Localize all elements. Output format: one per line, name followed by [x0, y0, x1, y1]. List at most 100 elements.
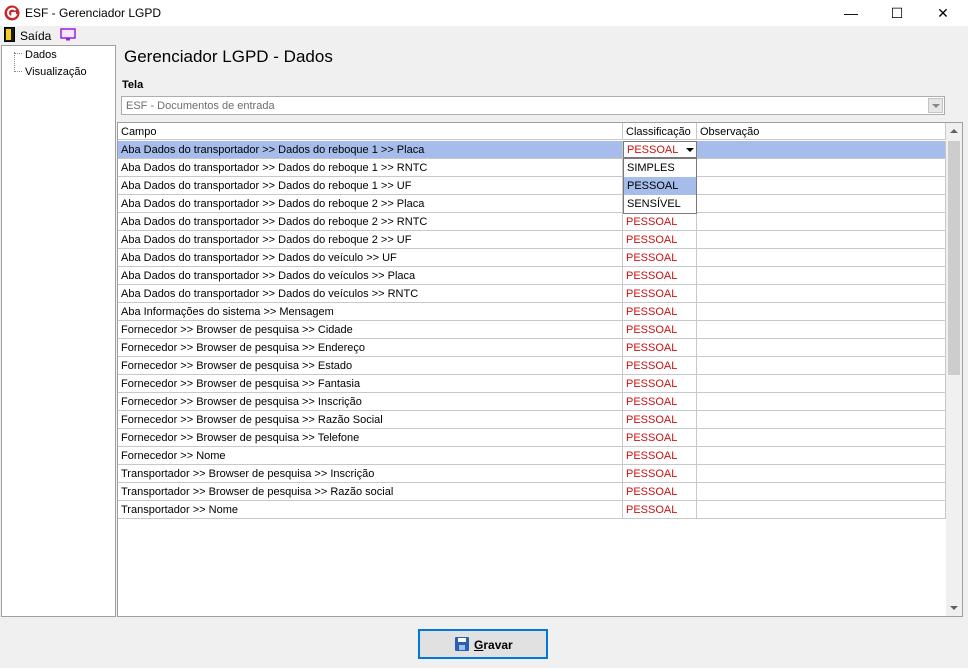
cell-classificacao[interactable]: PESSOAL — [623, 375, 697, 392]
cell-campo[interactable]: Fornecedor >> Browser de pesquisa >> Cid… — [118, 321, 623, 338]
cell-observacao[interactable] — [697, 483, 946, 500]
cell-classificacao[interactable]: PESSOAL — [623, 465, 697, 482]
cell-classificacao[interactable]: PESSOAL — [623, 393, 697, 410]
cell-campo[interactable]: Fornecedor >> Browser de pesquisa >> End… — [118, 339, 623, 356]
table-row[interactable]: Transportador >> Nome PESSOAL — [118, 501, 946, 519]
cell-classificacao[interactable]: PESSOAL — [623, 429, 697, 446]
cell-observacao[interactable] — [697, 177, 946, 194]
exit-button[interactable]: Saída — [20, 29, 51, 43]
cell-classificacao[interactable]: PESSOAL — [623, 483, 697, 500]
table-row[interactable]: Fornecedor >> Browser de pesquisa >> Fan… — [118, 375, 946, 393]
cell-observacao[interactable] — [697, 339, 946, 356]
save-button[interactable]: Gravar — [418, 629, 548, 659]
close-button[interactable]: ✕ — [920, 0, 966, 26]
cell-campo[interactable]: Fornecedor >> Browser de pesquisa >> Tel… — [118, 429, 623, 446]
cell-observacao[interactable] — [697, 357, 946, 374]
cell-classificacao[interactable]: PESSOAL — [623, 447, 697, 464]
dropdown-option[interactable]: SIMPLES — [624, 159, 696, 177]
scroll-up-icon[interactable] — [946, 123, 962, 139]
cell-classificacao[interactable]: PESSOAL — [623, 321, 697, 338]
dropdown-option[interactable]: SENSÍVEL — [624, 195, 696, 213]
cell-classificacao[interactable]: PESSOAL — [623, 411, 697, 428]
table-row[interactable]: Fornecedor >> Browser de pesquisa >> Est… — [118, 357, 946, 375]
cell-classificacao[interactable]: PESSOAL — [623, 213, 697, 230]
cell-classificacao[interactable]: PESSOAL — [623, 249, 697, 266]
cell-observacao[interactable] — [697, 195, 946, 212]
cell-observacao[interactable] — [697, 501, 946, 518]
cell-observacao[interactable] — [697, 213, 946, 230]
tree-item-visualizacao[interactable]: Visualização — [25, 66, 87, 78]
cell-campo[interactable]: Transportador >> Browser de pesquisa >> … — [118, 465, 623, 482]
cell-campo[interactable]: Aba Dados do transportador >> Dados do r… — [118, 141, 623, 158]
table-row[interactable]: Aba Dados do transportador >> Dados do r… — [118, 141, 946, 159]
monitor-icon[interactable] — [60, 28, 76, 41]
vertical-scrollbar[interactable] — [946, 123, 962, 616]
scroll-down-icon[interactable] — [946, 600, 962, 616]
cell-classificacao[interactable]: PESSOAL — [623, 501, 697, 518]
table-row[interactable]: Aba Dados do transportador >> Dados do r… — [118, 231, 946, 249]
cell-campo[interactable]: Fornecedor >> Browser de pesquisa >> Raz… — [118, 411, 623, 428]
table-row[interactable]: Aba Dados do transportador >> Dados do v… — [118, 285, 946, 303]
cell-observacao[interactable] — [697, 465, 946, 482]
exit-door-icon[interactable] — [4, 27, 15, 42]
cell-observacao[interactable] — [697, 429, 946, 446]
cell-campo[interactable]: Aba Dados do transportador >> Dados do v… — [118, 267, 623, 284]
cell-observacao[interactable] — [697, 393, 946, 410]
chevron-down-icon[interactable] — [686, 148, 694, 152]
cell-observacao[interactable] — [697, 285, 946, 302]
cell-campo[interactable]: Aba Dados do transportador >> Dados do r… — [118, 159, 623, 176]
cell-campo[interactable]: Fornecedor >> Nome — [118, 447, 623, 464]
table-row[interactable]: Fornecedor >> Browser de pesquisa >> Tel… — [118, 429, 946, 447]
cell-campo[interactable]: Fornecedor >> Browser de pesquisa >> Ins… — [118, 393, 623, 410]
cell-campo[interactable]: Aba Dados do transportador >> Dados do r… — [118, 213, 623, 230]
cell-campo[interactable]: Transportador >> Browser de pesquisa >> … — [118, 483, 623, 500]
cell-campo[interactable]: Aba Informações do sistema >> Mensagem — [118, 303, 623, 320]
cell-observacao[interactable] — [697, 321, 946, 338]
table-row[interactable]: Aba Dados do transportador >> Dados do r… — [118, 213, 946, 231]
dropdown-option[interactable]: PESSOAL — [624, 177, 696, 195]
cell-observacao[interactable] — [697, 411, 946, 428]
table-row[interactable]: Transportador >> Browser de pesquisa >> … — [118, 483, 946, 501]
cell-campo[interactable]: Fornecedor >> Browser de pesquisa >> Fan… — [118, 375, 623, 392]
column-header-observacao[interactable]: Observação — [697, 123, 946, 140]
cell-campo[interactable]: Aba Dados do transportador >> Dados do r… — [118, 177, 623, 194]
cell-observacao[interactable] — [697, 159, 946, 176]
cell-classificacao[interactable]: PESSOAL — [623, 231, 697, 248]
table-row[interactable]: Transportador >> Browser de pesquisa >> … — [118, 465, 946, 483]
cell-observacao[interactable] — [697, 447, 946, 464]
table-row[interactable]: Aba Dados do transportador >> Dados do v… — [118, 267, 946, 285]
tela-select[interactable]: ESF - Documentos de entrada — [121, 96, 945, 115]
cell-classificacao[interactable]: PESSOAL — [623, 339, 697, 356]
column-header-campo[interactable]: Campo — [118, 123, 623, 140]
cell-campo[interactable]: Aba Dados do transportador >> Dados do r… — [118, 195, 623, 212]
cell-observacao[interactable] — [697, 141, 946, 158]
table-row[interactable]: Fornecedor >> Nome PESSOAL — [118, 447, 946, 465]
classification-editor[interactable]: PESSOAL — [623, 141, 697, 158]
table-row[interactable]: Aba Informações do sistema >> Mensagem PE… — [118, 303, 946, 321]
minimize-button[interactable]: — — [828, 0, 874, 26]
table-row[interactable]: Fornecedor >> Browser de pesquisa >> Cid… — [118, 321, 946, 339]
column-header-classificacao[interactable]: Classificação — [623, 123, 697, 140]
cell-observacao[interactable] — [697, 375, 946, 392]
table-row[interactable]: Aba Dados do transportador >> Dados do r… — [118, 177, 946, 195]
cell-campo[interactable]: Aba Dados do transportador >> Dados do v… — [118, 249, 623, 266]
cell-classificacao[interactable]: PESSOAL — [623, 303, 697, 320]
table-row[interactable]: Aba Dados do transportador >> Dados do r… — [118, 195, 946, 213]
table-row[interactable]: Fornecedor >> Browser de pesquisa >> End… — [118, 339, 946, 357]
chevron-down-icon[interactable] — [928, 98, 943, 113]
table-row[interactable]: Fornecedor >> Browser de pesquisa >> Raz… — [118, 411, 946, 429]
table-row[interactable]: Fornecedor >> Browser de pesquisa >> Ins… — [118, 393, 946, 411]
cell-campo[interactable]: Fornecedor >> Browser de pesquisa >> Est… — [118, 357, 623, 374]
cell-observacao[interactable] — [697, 249, 946, 266]
cell-campo[interactable]: Transportador >> Nome — [118, 501, 623, 518]
cell-observacao[interactable] — [697, 231, 946, 248]
table-row[interactable]: Aba Dados do transportador >> Dados do r… — [118, 159, 946, 177]
cell-observacao[interactable] — [697, 303, 946, 320]
cell-campo[interactable]: Aba Dados do transportador >> Dados do v… — [118, 285, 623, 302]
cell-classificacao[interactable]: PESSOAL — [623, 357, 697, 374]
cell-campo[interactable]: Aba Dados do transportador >> Dados do r… — [118, 231, 623, 248]
maximize-button[interactable]: ☐ — [874, 0, 920, 26]
scroll-thumb[interactable] — [948, 141, 960, 375]
cell-classificacao[interactable]: PESSOAL — [623, 285, 697, 302]
cell-classificacao[interactable]: PESSOAL — [623, 267, 697, 284]
